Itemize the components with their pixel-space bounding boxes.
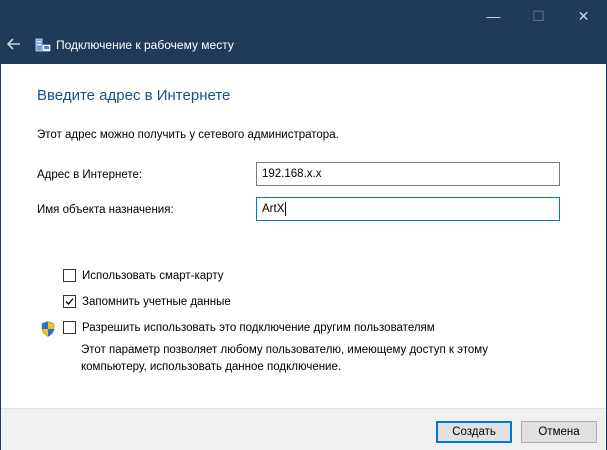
remember-credentials-option[interactable]: Запомнить учетные данные: [63, 295, 231, 308]
create-button[interactable]: Создать: [436, 421, 512, 443]
dialog-footer: Создать Отмена: [1, 408, 606, 450]
smartcard-option[interactable]: Использовать смарт-карту: [63, 269, 223, 282]
info-text: Этот адрес можно получить у сетевого адм…: [37, 129, 339, 141]
close-button[interactable]: ✕: [561, 1, 606, 31]
cancel-button[interactable]: Отмена: [521, 421, 597, 443]
network-connection-icon: [35, 38, 51, 52]
checkmark-icon: [65, 298, 74, 305]
address-input[interactable]: 192.168.x.x: [256, 162, 560, 186]
smartcard-label: Использовать смарт-карту: [82, 269, 224, 282]
remember-credentials-checkbox[interactable]: [63, 295, 76, 308]
page-heading: Введите адрес в Интернете: [37, 87, 231, 104]
smartcard-checkbox[interactable]: [63, 269, 76, 282]
remember-credentials-label: Запомнить учетные данные: [82, 295, 231, 308]
destination-name-label: Имя объекта назначения:: [37, 204, 174, 216]
address-value: 192.168.x.x: [262, 168, 322, 180]
allow-other-users-description: Этот параметр позволяет любому пользоват…: [81, 344, 489, 373]
uac-shield-icon: [41, 321, 55, 337]
minimize-button[interactable]: —: [471, 1, 516, 31]
back-arrow-icon[interactable]: [5, 35, 23, 53]
address-label: Адрес в Интернете:: [37, 169, 143, 181]
window-controls: — ☐ ✕: [471, 1, 606, 31]
allow-other-users-label: Разрешить использовать это подключение д…: [82, 321, 435, 334]
dialog-window: — ☐ ✕ Подключение к рабочему месту Введи…: [0, 0, 607, 450]
allow-other-users-checkbox[interactable]: [63, 321, 76, 334]
destination-name-input[interactable]: ArtX: [256, 197, 560, 221]
maximize-button: ☐: [532, 7, 545, 24]
destination-name-value: ArtX: [262, 203, 285, 215]
text-caret: [285, 202, 287, 216]
title-bar: — ☐ ✕ Подключение к рабочему месту: [1, 1, 606, 64]
window-title: Подключение к рабочему месту: [56, 38, 234, 52]
allow-other-users-option[interactable]: Разрешить использовать это подключение д…: [63, 321, 435, 334]
